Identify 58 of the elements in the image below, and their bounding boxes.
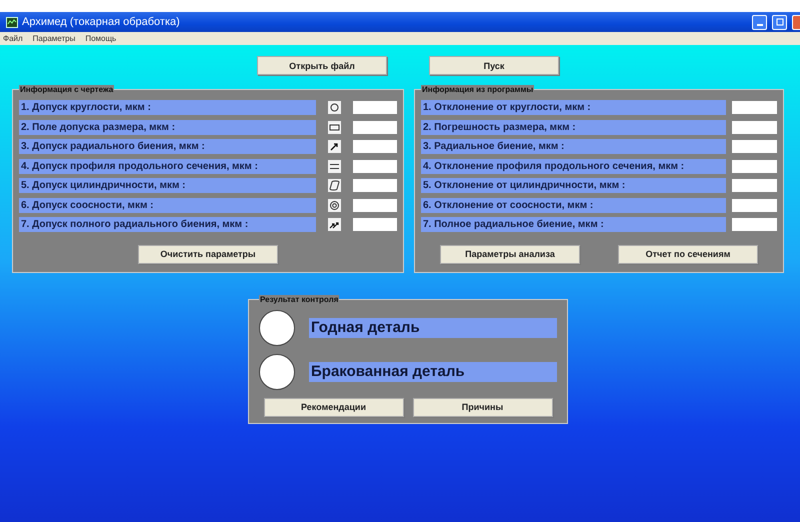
parameter-label: 1. Отклонение от круглости, мкм :	[421, 100, 726, 116]
menu-item[interactable]: Параметры	[32, 34, 76, 43]
app-icon	[6, 16, 18, 28]
parameter-label: 1. Допуск круглости, мкм :	[19, 100, 316, 116]
value-field[interactable]	[353, 120, 397, 134]
parameter-label: 3. Радиальное биение, мкм :	[421, 139, 726, 154]
panel-title: Информация из программы	[421, 85, 534, 94]
value-field[interactable]	[732, 179, 777, 192]
panel-button[interactable]: Отчет по сечениям	[618, 244, 758, 264]
result-button[interactable]: Причины	[412, 398, 552, 416]
minimize-button[interactable]	[752, 14, 767, 30]
value-field[interactable]	[353, 198, 397, 212]
parameter-label: 2. Поле допуска размера, мкм :	[19, 120, 316, 135]
parameter-label: 3. Допуск радиального биения, мкм :	[19, 139, 316, 154]
value-field[interactable]	[732, 140, 777, 154]
indicator-lamp	[259, 310, 295, 346]
cylinder-symbol-icon	[328, 179, 341, 192]
arrow-symbol-icon	[328, 140, 341, 154]
circle-symbol-icon	[328, 101, 341, 114]
result-label: Бракованная деталь	[309, 362, 557, 382]
value-field[interactable]	[353, 140, 397, 154]
panel-button[interactable]: Параметры анализа	[440, 244, 580, 264]
maximize-button[interactable]	[772, 14, 787, 30]
menu-item[interactable]: Файл	[3, 34, 23, 43]
value-field[interactable]	[353, 218, 397, 232]
parameter-label: 7. Допуск полного радиального биения, мкм :	[19, 217, 316, 232]
result-label: Годная деталь	[309, 318, 557, 338]
parameter-label: 5. Допуск цилиндричности, мкм :	[19, 178, 316, 194]
rectangle-symbol-icon	[328, 120, 341, 134]
toolbar-button[interactable]: Открыть файл	[257, 56, 387, 75]
panel-title: Информация с чертежа	[19, 85, 114, 94]
menu-item[interactable]: Помощь	[85, 34, 116, 43]
result-button[interactable]: Рекомендации	[264, 398, 404, 416]
value-field[interactable]	[732, 160, 777, 173]
close-button[interactable]	[792, 14, 800, 30]
concentric-symbol-icon	[328, 198, 341, 212]
value-field[interactable]	[732, 198, 777, 212]
parameter-label: 6. Отклонение от соосности, мкм :	[421, 198, 726, 213]
parameter-label: 5. Отклонение от цилиндричности, мкм :	[421, 178, 726, 194]
value-field[interactable]	[353, 160, 397, 173]
value-field[interactable]	[353, 179, 397, 192]
value-field[interactable]	[732, 120, 777, 134]
parameter-label: 4. Отклонение профиля продольного сечения, мкм :	[421, 158, 726, 174]
lines-symbol-icon	[328, 160, 341, 173]
value-field[interactable]	[732, 218, 777, 232]
panel-title: Результат контроля	[259, 294, 340, 304]
value-field[interactable]	[353, 101, 397, 114]
clear-button[interactable]: Очистить параметры	[138, 244, 278, 264]
parameter-label: 2. Погрешность размера, мкм :	[421, 120, 726, 135]
parameter-label: 6. Допуск соосности, мкм :	[19, 198, 316, 213]
maximize-icon	[776, 18, 784, 26]
toolbar-button[interactable]: Пуск	[429, 56, 559, 75]
window-title: Архимед (токарная обработка)	[22, 16, 180, 28]
double-arrow-symbol-icon	[328, 218, 341, 232]
value-field[interactable]	[732, 101, 777, 114]
indicator-lamp	[259, 354, 295, 390]
parameter-label: 7. Полное радиальное биение, мкм :	[421, 217, 726, 232]
parameter-label: 4. Допуск профиля продольного сечения, мкм :	[19, 158, 316, 174]
